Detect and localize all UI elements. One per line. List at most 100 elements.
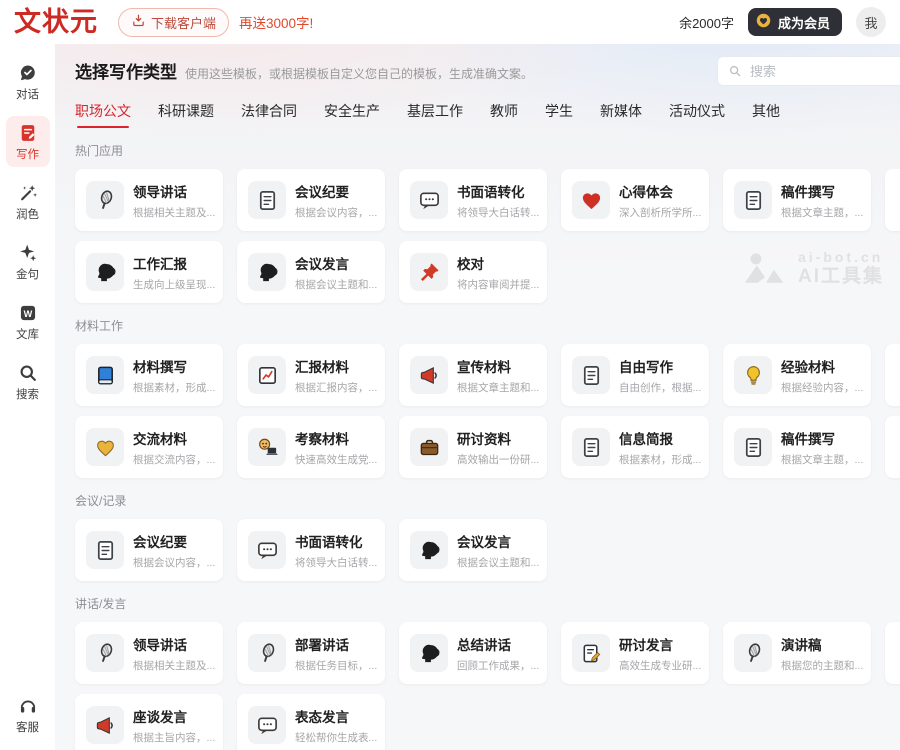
- card-subtitle: 根据文章主题，...: [781, 205, 863, 220]
- template-card[interactable]: 书面语转化 将领导大白话转...: [237, 519, 385, 581]
- speak-icon: [248, 253, 286, 291]
- template-card[interactable]: 信息简报 根据素材，形成...: [561, 416, 709, 478]
- template-card[interactable]: 表态发言 轻松帮你生成表...: [237, 694, 385, 750]
- topbar: 文状元 下载客户端 再送3000字! 余2000字 成为会员 我: [0, 0, 900, 44]
- section: 会议/记录 会议纪要 根据会议内容，... 书面语转化 将领导大白话转... 会…: [75, 492, 900, 581]
- card-grid: 领导讲话 根据相关主题及... 部署讲话 根据任务目标，... 总结讲话 回顾工…: [75, 622, 900, 750]
- bulb-icon: [734, 356, 772, 394]
- card-title: 书面语转化: [295, 531, 377, 551]
- doc-icon: [248, 181, 286, 219]
- card-subtitle: 回顾工作成果，...: [457, 658, 539, 673]
- become-member-button[interactable]: 成为会员: [748, 8, 842, 36]
- template-card[interactable]: 考察材料 快速高效生成党...: [237, 416, 385, 478]
- become-member-label: 成为会员: [778, 13, 830, 32]
- card-title: 会议纪要: [295, 181, 377, 201]
- card-subtitle: 根据会议内容，...: [133, 555, 215, 570]
- download-client-label: 下载客户端: [151, 13, 216, 32]
- template-card[interactable]: 自由写作 自由创作，根据...: [561, 344, 709, 406]
- section-label: 讲话/发言: [75, 595, 900, 612]
- card-subtitle: 根据交流内容，...: [133, 452, 215, 467]
- tab-grassroots[interactable]: 基层工作: [407, 101, 463, 128]
- tab-student[interactable]: 学生: [545, 101, 573, 128]
- section-label: 会议/记录: [75, 492, 900, 509]
- chat-bubble-icon: [410, 181, 448, 219]
- template-card[interactable]: 会议发言 根据会议主题和...: [399, 519, 547, 581]
- card-subtitle: 根据会议内容，...: [295, 205, 377, 220]
- tab-safety[interactable]: 安全生产: [324, 101, 380, 128]
- template-card[interactable]: 稿件撰写 根据文章主题，...: [723, 416, 871, 478]
- speak-icon: [410, 634, 448, 672]
- card-subtitle: 根据主旨内容，...: [133, 730, 215, 745]
- card-grid: 会议纪要 根据会议内容，... 书面语转化 将领导大白话转... 会议发言 根据…: [75, 519, 900, 581]
- tab-teacher[interactable]: 教师: [490, 101, 518, 128]
- template-card[interactable]: 会议纪要 根据会议内容，...: [75, 519, 223, 581]
- category-tabs: 职场公文科研课题法律合同安全生产基层工作教师学生新媒体活动仪式其他: [75, 101, 900, 128]
- card-title: 领导讲话: [133, 181, 215, 201]
- library-icon: W: [17, 302, 38, 323]
- sidebar-item-library[interactable]: W 文库: [6, 296, 50, 347]
- card-subtitle: 将内容审阅并提...: [457, 277, 539, 292]
- card-subtitle: 轻松帮你生成表...: [295, 730, 377, 745]
- template-card[interactable]: 校对 将内容审阅并提...: [399, 241, 547, 303]
- tab-other[interactable]: 其他: [752, 101, 780, 128]
- sidebar-item-quotes[interactable]: 金句: [6, 236, 50, 287]
- template-card[interactable]: 经验材料 根据经验内容，...: [723, 344, 871, 406]
- sidebar-item-polish[interactable]: 润色: [6, 176, 50, 227]
- tab-legal[interactable]: 法律合同: [241, 101, 297, 128]
- template-card[interactable]: 领导讲话 根据相关主题及...: [75, 622, 223, 684]
- tab-workplace[interactable]: 职场公文: [75, 101, 131, 128]
- template-card[interactable]: 总结讲话 回顾工作成果，...: [399, 622, 547, 684]
- card-title: 会议纪要: [133, 531, 215, 551]
- card-title: 稿件撰写: [781, 181, 863, 201]
- svg-text:W: W: [23, 308, 32, 318]
- template-card[interactable]: 研讨发言 高效生成专业研...: [561, 622, 709, 684]
- card-subtitle: 深入剖析所学所...: [619, 205, 701, 220]
- template-card[interactable]: 汇报材料 根据汇报内容，...: [237, 344, 385, 406]
- template-card[interactable]: 会议发言 根据会议主题和...: [237, 241, 385, 303]
- app-frame: 对话 写作 润色 金句 W 文库 搜索 客服 选择写作类型使用这些模板，或根据模…: [0, 44, 900, 750]
- sidebar-item-support[interactable]: 客服: [6, 689, 50, 740]
- download-icon: [131, 13, 146, 31]
- card-subtitle: 根据会议主题和...: [295, 277, 377, 292]
- tab-ceremony[interactable]: 活动仪式: [669, 101, 725, 128]
- template-card[interactable]: 会议纪要 根据会议内容，...: [237, 169, 385, 231]
- template-card[interactable]: 演讲稿 根据您的主题和...: [723, 622, 871, 684]
- speak-icon: [86, 253, 124, 291]
- sidebar-item-chat[interactable]: 对话: [6, 56, 50, 107]
- vip-badge-icon: [755, 12, 772, 32]
- clipped-card: [885, 416, 900, 478]
- template-card[interactable]: 书面语转化 将领导大白话转...: [399, 169, 547, 231]
- template-card[interactable]: 工作汇报 生成向上级呈现...: [75, 241, 223, 303]
- template-card[interactable]: 交流材料 根据交流内容，...: [75, 416, 223, 478]
- template-card[interactable]: 宣传材料 根据文章主题和...: [399, 344, 547, 406]
- card-title: 校对: [457, 253, 539, 273]
- sidebar-item-label: 润色: [16, 206, 39, 222]
- template-card[interactable]: 研讨资料 高效输出一份研...: [399, 416, 547, 478]
- avatar[interactable]: 我: [856, 7, 886, 37]
- memo-icon: [572, 634, 610, 672]
- tab-research[interactable]: 科研课题: [158, 101, 214, 128]
- card-subtitle: 将领导大白话转...: [295, 555, 377, 570]
- sidebar-item-label: 写作: [16, 146, 39, 162]
- card-title: 研讨发言: [619, 634, 701, 654]
- template-card[interactable]: 心得体会 深入剖析所学所...: [561, 169, 709, 231]
- tab-newmedia[interactable]: 新媒体: [600, 101, 642, 128]
- download-client-button[interactable]: 下载客户端: [118, 8, 229, 37]
- template-card[interactable]: 部署讲话 根据任务目标，...: [237, 622, 385, 684]
- template-card[interactable]: 材料撰写 根据素材，形成...: [75, 344, 223, 406]
- card-title: 演讲稿: [781, 634, 863, 654]
- card-title: 会议发言: [457, 531, 539, 551]
- template-card[interactable]: 座谈发言 根据主旨内容，...: [75, 694, 223, 750]
- search-input[interactable]: [748, 63, 882, 80]
- search-box[interactable]: [717, 56, 900, 86]
- card-title: 总结讲话: [457, 634, 539, 654]
- sidebar-item-search[interactable]: 搜索: [6, 356, 50, 407]
- megaphone-icon: [410, 356, 448, 394]
- template-card[interactable]: 领导讲话 根据相关主题及...: [75, 169, 223, 231]
- card-subtitle: 自由创作，根据...: [619, 380, 701, 395]
- sidebar-item-write[interactable]: 写作: [6, 116, 50, 167]
- clipped-card: [885, 169, 900, 231]
- card-title: 座谈发言: [133, 706, 215, 726]
- template-card[interactable]: 稿件撰写 根据文章主题，...: [723, 169, 871, 231]
- briefcase-icon: [410, 428, 448, 466]
